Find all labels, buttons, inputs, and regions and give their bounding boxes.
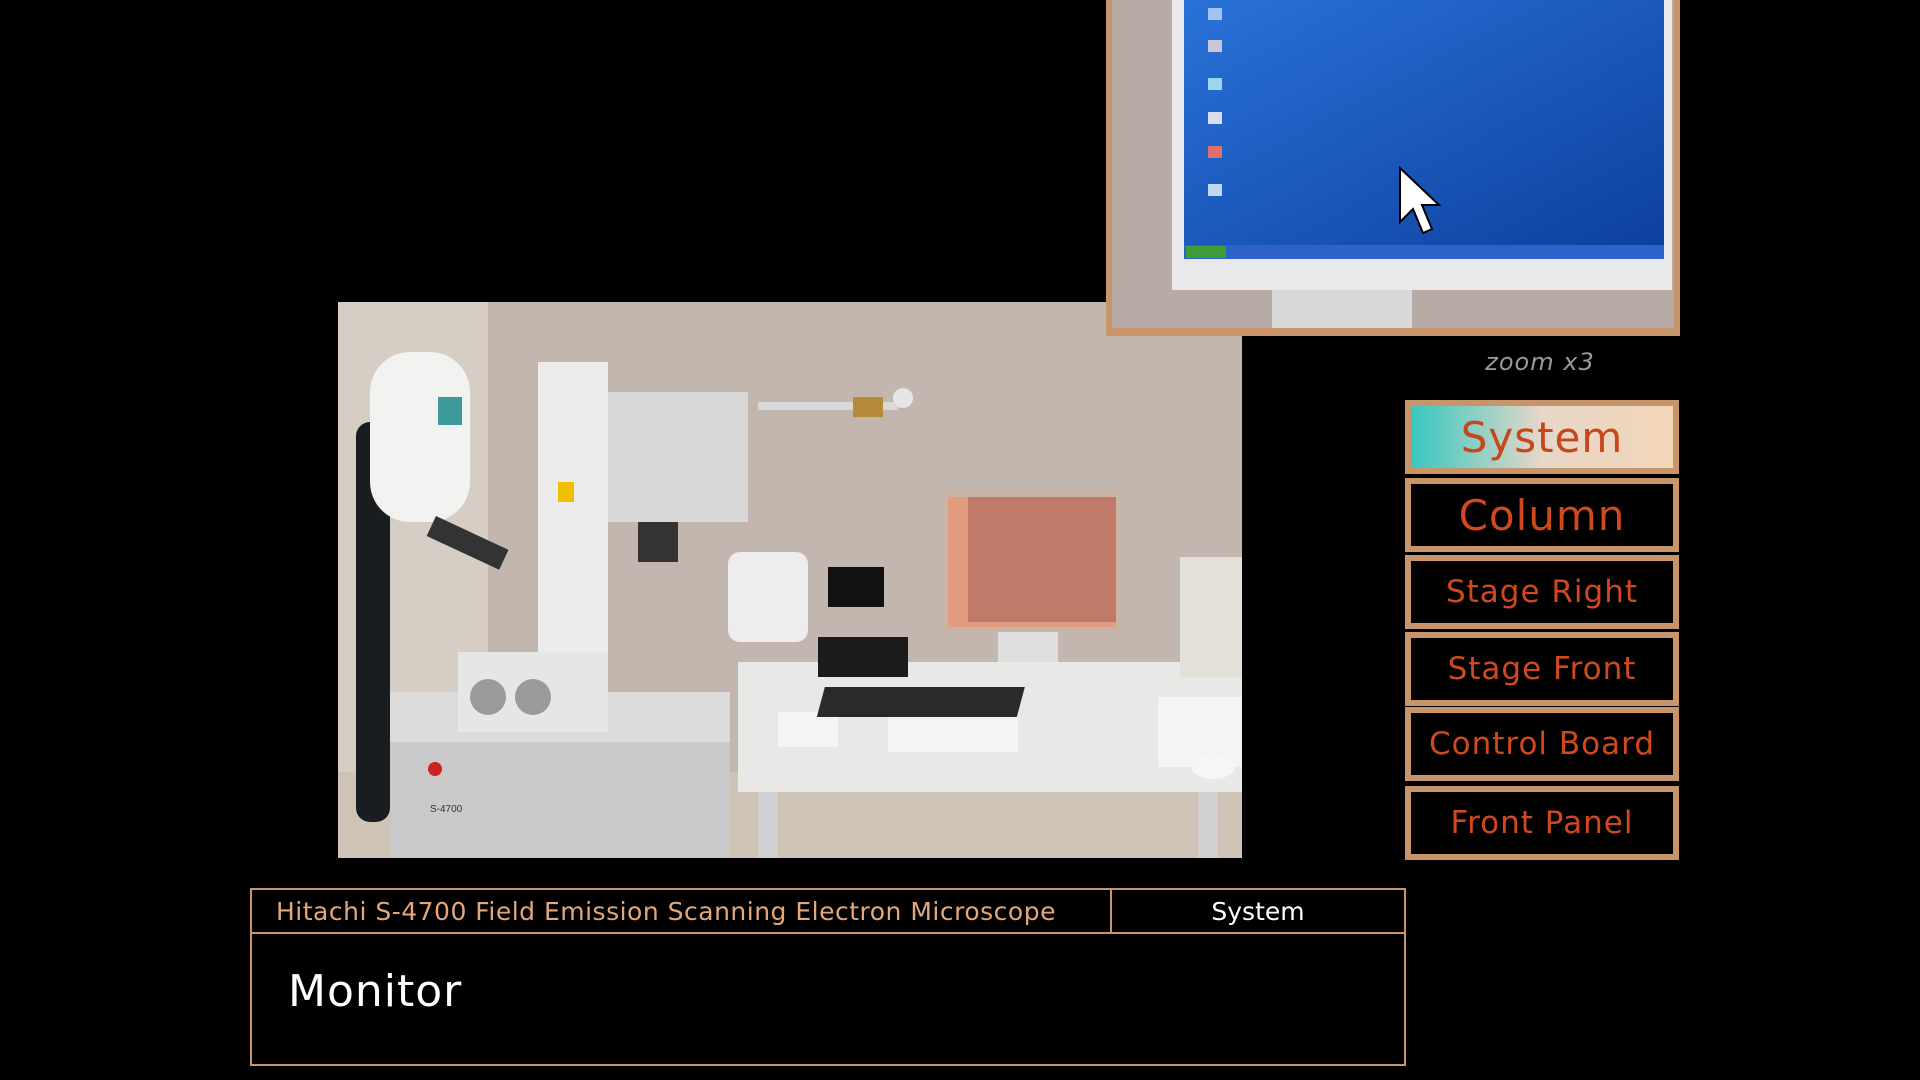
- info-section: System: [1211, 896, 1305, 926]
- microscope-photo[interactable]: S-4700: [338, 302, 1242, 858]
- info-detail: Monitor: [288, 966, 463, 1017]
- nav-button-label: Column: [1411, 484, 1673, 546]
- nav-button-label: Stage Right: [1411, 561, 1673, 623]
- zoom-inset: [1106, 0, 1680, 336]
- nav-button-stage-front[interactable]: Stage Front: [1405, 632, 1679, 706]
- nav-button-label: Control Board: [1411, 713, 1673, 775]
- nav-button-front-panel[interactable]: Front Panel: [1405, 786, 1679, 860]
- nav-button-label: Stage Front: [1411, 638, 1673, 700]
- zoom-label: zoom x3: [1485, 348, 1595, 376]
- nav-button-label: Front Panel: [1411, 792, 1673, 854]
- info-header: Hitachi S-4700 Field Emission Scanning E…: [252, 890, 1404, 934]
- nav-button-column[interactable]: Column: [1405, 478, 1679, 552]
- info-panel: Hitachi S-4700 Field Emission Scanning E…: [250, 888, 1406, 1066]
- model-plate: S-4700: [430, 804, 463, 815]
- info-title: Hitachi S-4700 Field Emission Scanning E…: [252, 890, 1112, 932]
- nav-button-stage-right[interactable]: Stage Right: [1405, 555, 1679, 629]
- nav-button-label: System: [1411, 406, 1673, 468]
- nav-button-system[interactable]: System: [1405, 400, 1679, 474]
- nav-button-control-board[interactable]: Control Board: [1405, 707, 1679, 781]
